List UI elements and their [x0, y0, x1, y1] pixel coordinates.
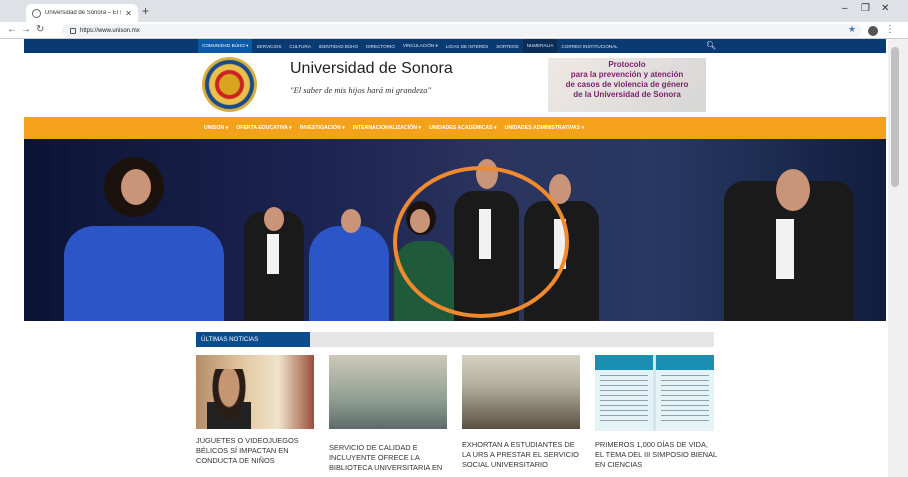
- minimize-icon[interactable]: –: [842, 3, 848, 14]
- star-icon[interactable]: ★: [848, 24, 856, 35]
- singer-face: [341, 209, 361, 233]
- site-header: [24, 53, 886, 117]
- singer-face: [121, 169, 151, 205]
- singer-face: [264, 207, 284, 231]
- singer-figure: [64, 226, 224, 321]
- topnav-directorio[interactable]: Directorio: [362, 44, 399, 49]
- protocol-line: para la prevención y atención: [570, 70, 684, 79]
- back-icon[interactable]: ←: [7, 24, 17, 35]
- news-headline-4[interactable]: PRIMEROS 1,000 DÍAS DE VIDA, EL TEMA DEL…: [595, 440, 717, 470]
- forward-icon[interactable]: →: [21, 24, 31, 35]
- topnav-correo[interactable]: Correo institucional: [557, 44, 621, 49]
- news-headline-2[interactable]: SERVICIO DE CALIDAD E INCLUYENTE OFRECE …: [329, 443, 451, 473]
- news-section-title: Últimas noticias: [196, 332, 310, 347]
- protocol-line: de la Universidad de Sonora: [573, 90, 681, 99]
- profile-icon[interactable]: [868, 26, 878, 36]
- topnav-numeralia[interactable]: Numeralia: [522, 39, 558, 53]
- news-poster-left: [595, 355, 653, 431]
- news-headline-1[interactable]: JUGUETES O VIDEOJUEGOS BÉLICOS SÍ IMPACT…: [196, 436, 318, 466]
- browser-tab[interactable]: Universidad de Sonora – El saber... ✕: [26, 4, 138, 22]
- topnav-identidad[interactable]: Identidad búho: [315, 44, 362, 49]
- new-tab-icon[interactable]: +: [142, 4, 149, 18]
- topnav-cultura[interactable]: Cultura: [285, 44, 314, 49]
- main-nav: UNISON ▾ OFERTA EDUCATIVA ▾ INVESTIGACIÓ…: [200, 117, 588, 139]
- news-headline-3[interactable]: EXHORTAN A ESTUDIANTES DE LA URS A PREST…: [462, 440, 584, 470]
- university-name[interactable]: Universidad de Sonora: [290, 60, 453, 78]
- singer-face: [776, 169, 810, 211]
- news-section-header: Últimas noticias: [196, 332, 714, 347]
- top-nav: Comunidad búho ▾ Servicios Cultura Ident…: [198, 39, 622, 53]
- lock-icon: [70, 27, 76, 34]
- poster-text-lines: [600, 375, 648, 425]
- mainnav-oferta[interactable]: OFERTA EDUCATIVA ▾: [232, 125, 296, 131]
- tab-title: Universidad de Sonora – El saber...: [45, 10, 121, 16]
- protocol-line: Protocolo: [608, 60, 646, 69]
- mainnav-investigacion[interactable]: INVESTIGACIÓN ▾: [296, 125, 349, 131]
- maximize-icon[interactable]: ❐: [861, 3, 870, 14]
- protocol-banner[interactable]: Protocolo para la prevención y atención …: [548, 58, 706, 112]
- topnav-servicios[interactable]: Servicios: [252, 44, 285, 49]
- close-icon[interactable]: ✕: [881, 3, 889, 14]
- poster-text-lines: [661, 375, 709, 425]
- scrollbar-thumb[interactable]: [891, 47, 899, 187]
- mainnav-unidades-academicas[interactable]: UNIDADES ACADÉMICAS ▾: [425, 125, 501, 131]
- search-icon[interactable]: 🔍︎: [706, 41, 716, 50]
- url-text: https://www.unison.mx: [80, 27, 140, 34]
- news-poster-right: [656, 355, 714, 431]
- singer-shirt: [267, 234, 279, 274]
- news-photo-person: [207, 369, 251, 429]
- browser-window: Universidad de Sonora – El saber... ✕ + …: [0, 0, 908, 477]
- singer-shirt: [776, 219, 794, 279]
- topnav-ligas[interactable]: Ligas de interés: [442, 44, 492, 49]
- tab-close-icon[interactable]: ✕: [125, 9, 132, 18]
- protocol-line: de casos de violencia de género: [565, 80, 689, 89]
- reload-icon[interactable]: ↻: [36, 24, 44, 35]
- annotation-circle: [393, 166, 569, 318]
- news-image-2[interactable]: [329, 355, 447, 429]
- page-scrollbar[interactable]: [888, 39, 908, 477]
- mainnav-internacionalizacion[interactable]: INTERNACIONALIZACIÓN ▾: [349, 125, 425, 131]
- mainnav-unidades-administrativas[interactable]: UNIDADES ADMINISTRATIVAS ▾: [501, 125, 588, 131]
- singer-figure: [309, 226, 389, 321]
- university-motto: "El saber de mis hijos hará mi grandeza": [290, 85, 432, 95]
- globe-icon: [32, 8, 41, 18]
- mainnav-unison[interactable]: UNISON ▾: [200, 125, 232, 131]
- topnav-vinculacion[interactable]: Vinculación ▾: [399, 43, 442, 49]
- topnav-sorteos[interactable]: Sorteos: [492, 44, 522, 49]
- university-seal-logo[interactable]: [202, 57, 257, 112]
- topnav-comunidad[interactable]: Comunidad búho ▾: [198, 39, 253, 53]
- news-image-3[interactable]: [462, 355, 580, 429]
- menu-icon[interactable]: ⋮: [885, 24, 895, 35]
- address-bar[interactable]: https://www.unison.mx: [62, 24, 862, 37]
